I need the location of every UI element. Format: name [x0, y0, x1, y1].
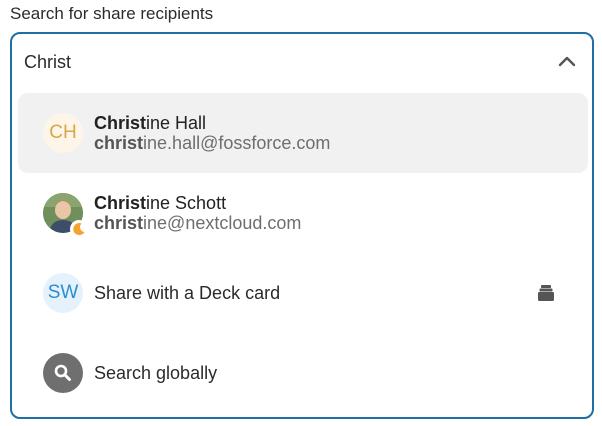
email-rest: ine@nextcloud.com	[143, 213, 302, 233]
field-label: Search for share recipients	[10, 4, 214, 23]
option-name: Christine Schott	[94, 193, 301, 213]
avatar: CH	[43, 113, 83, 153]
email-match: christ	[94, 213, 144, 233]
avatar	[43, 193, 88, 238]
option-text: Christine Schott christine@nextcloud.com	[94, 193, 301, 233]
option-christine-schott[interactable]: Christine Schott christine@nextcloud.com	[18, 173, 588, 253]
option-email: christine.hall@fossforce.com	[94, 133, 330, 153]
deck-stack-icon	[536, 283, 556, 303]
avatar-initials: SW	[47, 282, 79, 303]
option-share-deck-card[interactable]: SW Share with a Deck card	[18, 253, 588, 333]
chevron-up-icon[interactable]	[556, 50, 578, 72]
moon-icon	[70, 220, 88, 238]
share-recipient-combobox[interactable]: Christ CH Christine Hall christine.hall@…	[10, 32, 594, 419]
option-search-globally[interactable]: Search globally	[18, 333, 588, 413]
name-match: Christ	[94, 113, 147, 133]
option-email: christine@nextcloud.com	[94, 213, 301, 233]
option-text: Christine Hall christine.hall@fossforce.…	[94, 113, 330, 153]
avatar-initials: CH	[49, 122, 77, 143]
search-icon	[54, 364, 71, 381]
name-rest: ine Hall	[146, 113, 207, 133]
avatar	[43, 353, 83, 393]
search-input[interactable]: Christ	[12, 34, 592, 90]
option-christine-hall[interactable]: CH Christine Hall christine.hall@fossfor…	[18, 93, 588, 173]
email-match: christ	[94, 133, 144, 153]
email-rest: ine.hall@fossforce.com	[143, 133, 331, 153]
option-label: Share with a Deck card	[94, 282, 281, 303]
name-match: Christ	[94, 193, 147, 213]
avatar: SW	[43, 273, 83, 313]
option-label: Search globally	[94, 362, 218, 383]
name-rest: ine Schott	[146, 193, 227, 213]
option-name: Christine Hall	[94, 113, 330, 133]
